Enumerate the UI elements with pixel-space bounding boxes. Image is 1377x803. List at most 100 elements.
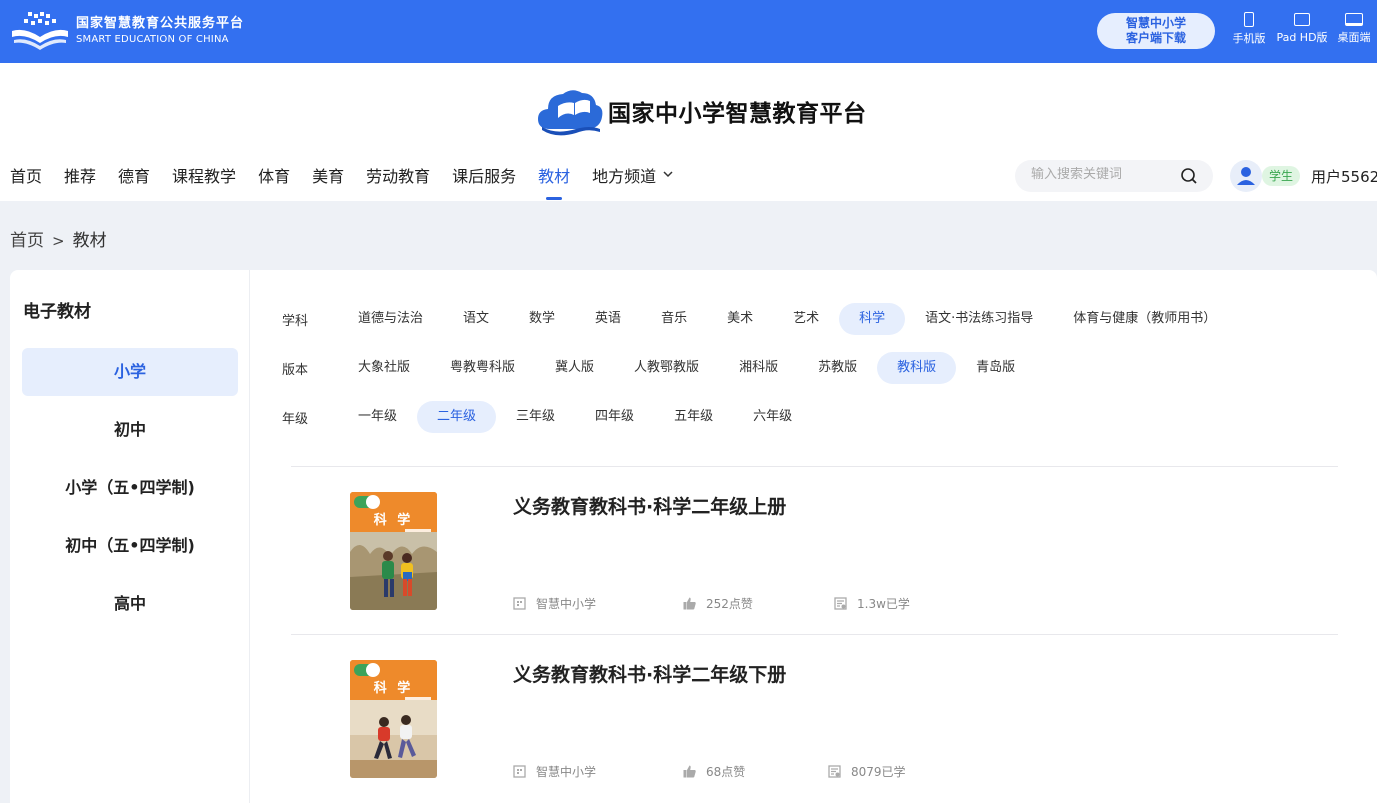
book-likes-label: 68点赞: [706, 765, 746, 779]
device-phone-link[interactable]: 手机版: [1229, 12, 1269, 46]
thumbs-up-icon: [683, 765, 696, 778]
sidebar-item-junior[interactable]: 初中: [22, 406, 238, 454]
book-cover[interactable]: 科 学: [350, 492, 437, 610]
brand-logo[interactable]: 国家智慧教育公共服务平台 SMART EDUCATION OF CHINA: [10, 11, 244, 51]
filter-chip[interactable]: 人教鄂教版: [614, 352, 719, 384]
user-avatar-icon: [1237, 167, 1255, 185]
nav-item-labor[interactable]: 劳动教育: [366, 163, 430, 201]
building-icon: [513, 765, 526, 778]
open-book-logo-icon: [12, 12, 68, 50]
book-likes: 68点赞: [683, 763, 745, 780]
device-tablet-link[interactable]: Pad HD版: [1272, 12, 1332, 45]
site-header: 国家中小学智慧教育平台 首页 推荐 德育 课程教学 体育 美育 劳动教育 课后服…: [0, 63, 1377, 201]
book-learned-label: 1.3w已学: [857, 597, 910, 611]
nav-item-local-channel[interactable]: 地方频道: [592, 163, 674, 201]
download-line1: 智慧中小学: [1125, 16, 1186, 30]
filter-chip[interactable]: 道德与法治: [338, 303, 443, 335]
filter-chip[interactable]: 五年级: [654, 401, 733, 433]
main-content: 学科 道德与法治 语文 数学 英语 音乐 美术 艺术 科学 语文·书法练习指导 …: [250, 270, 1377, 803]
top-bar: 国家智慧教育公共服务平台 SMART EDUCATION OF CHINA 智慧…: [0, 0, 1377, 63]
filter-row-grade: 年级 一年级 二年级 三年级 四年级 五年级 六年级: [270, 401, 812, 433]
device-desktop-label: 桌面端: [1337, 31, 1371, 44]
thumbs-up-icon: [683, 597, 696, 610]
filter-chip[interactable]: 语文·书法练习指导: [905, 303, 1053, 335]
filter-chip-selected[interactable]: 教科版: [877, 352, 957, 384]
sidebar: 电子教材 小学 初中 小学（五•四学制) 初中（五•四学制) 高中: [10, 270, 250, 803]
book-likes-label: 252点赞: [706, 597, 753, 611]
book-source-label: 智慧中小学: [536, 765, 597, 779]
nav-item-arts[interactable]: 美育: [312, 163, 344, 201]
filter-chip[interactable]: 语文: [443, 303, 509, 335]
main-nav: 首页 推荐 德育 课程教学 体育 美育 劳动教育 课后服务 教材 地方频道: [10, 163, 696, 201]
filter-chip[interactable]: 冀人版: [535, 352, 614, 384]
breadcrumb-current: 教材: [72, 231, 107, 251]
nav-item-home[interactable]: 首页: [10, 163, 42, 201]
download-line2: 客户端下载: [1125, 31, 1186, 45]
study-record-icon: [834, 597, 847, 610]
device-phone-label: 手机版: [1232, 32, 1266, 45]
site-title: 国家中小学智慧教育平台: [608, 100, 867, 127]
cover-subject: 科 学: [373, 513, 414, 528]
site-logo[interactable]: 国家中小学智慧教育平台: [536, 85, 867, 137]
desktop-icon: [1345, 13, 1363, 26]
search-icon[interactable]: [1181, 168, 1197, 184]
filter-chip[interactable]: 苏教版: [798, 352, 877, 384]
sidebar-item-junior-54[interactable]: 初中（五•四学制): [22, 522, 238, 570]
cloud-book-logo-icon: [538, 90, 603, 136]
filter-chip[interactable]: 一年级: [338, 401, 417, 433]
user-role-badge: 学生: [1262, 166, 1301, 186]
filter-chip[interactable]: 美术: [707, 303, 773, 335]
book-list-item[interactable]: 科 学 义务教育教科书·科学二年级上册 智慧中小学 252点赞 1.3w已学: [291, 467, 1338, 635]
avatar[interactable]: [1230, 160, 1262, 192]
book-source-label: 智慧中小学: [536, 597, 597, 611]
breadcrumb: 首页 > 教材: [10, 226, 107, 251]
sidebar-item-primary[interactable]: 小学: [22, 348, 238, 396]
breadcrumb-home[interactable]: 首页: [10, 226, 44, 251]
filter-chip[interactable]: 英语: [575, 303, 641, 335]
book-cover[interactable]: 科 学: [350, 660, 437, 778]
nav-item-textbooks[interactable]: 教材: [538, 163, 570, 201]
nav-item-courses[interactable]: 课程教学: [172, 163, 236, 201]
sidebar-item-primary-54[interactable]: 小学（五•四学制): [22, 464, 238, 512]
filter-chip-selected[interactable]: 二年级: [417, 401, 497, 433]
filter-chip[interactable]: 体育与健康（教师用书）: [1053, 303, 1236, 335]
filter-chip[interactable]: 数学: [509, 303, 575, 335]
filter-chip-selected[interactable]: 科学: [839, 303, 906, 335]
filter-row-edition: 版本 大象社版 粤教粤科版 冀人版 人教鄂教版 湘科版 苏教版 教科版 青岛版: [270, 352, 1035, 384]
cover-photo-children-reeds: [350, 532, 437, 610]
filter-chip[interactable]: 湘科版: [719, 352, 798, 384]
cover-photo-children-running: [350, 700, 437, 778]
username[interactable]: 用户5562: [1311, 166, 1377, 187]
building-icon: [513, 597, 526, 610]
filter-chip[interactable]: 四年级: [575, 401, 654, 433]
device-tablet-label: Pad HD版: [1276, 31, 1328, 44]
book-title[interactable]: 义务教育教科书·科学二年级上册: [513, 492, 786, 519]
filter-label-subject: 学科: [282, 313, 309, 329]
filter-chip[interactable]: 音乐: [641, 303, 707, 335]
nav-item-moral[interactable]: 德育: [118, 163, 150, 201]
tablet-icon: [1294, 13, 1310, 26]
nav-item-sports[interactable]: 体育: [258, 163, 290, 201]
filter-chip[interactable]: 粤教粤科版: [430, 352, 535, 384]
filter-chip[interactable]: 大象社版: [338, 352, 430, 384]
device-desktop-link[interactable]: 桌面端: [1334, 12, 1374, 45]
book-title[interactable]: 义务教育教科书·科学二年级下册: [513, 660, 786, 687]
sidebar-item-senior[interactable]: 高中: [22, 580, 238, 628]
filter-chip[interactable]: 艺术: [773, 303, 839, 335]
client-download-button[interactable]: 智慧中小学 客户端下载: [1097, 13, 1215, 49]
cover-subject: 科 学: [373, 681, 414, 696]
filter-chip[interactable]: 青岛版: [956, 352, 1035, 384]
book-source: 智慧中小学: [513, 763, 596, 780]
filter-label-edition: 版本: [282, 362, 309, 378]
publisher-logo-icon: [366, 663, 380, 677]
filter-row-subject: 学科 道德与法治 语文 数学 英语 音乐 美术 艺术 科学 语文·书法练习指导 …: [270, 303, 1236, 335]
nav-item-afterschool[interactable]: 课后服务: [452, 163, 516, 201]
sidebar-title: 电子教材: [23, 302, 91, 322]
phone-icon: [1244, 12, 1254, 27]
book-list-item[interactable]: 科 学 义务教育教科书·科学二年级下册 智慧中小学 68点赞 8079已学: [291, 635, 1338, 803]
filter-label-grade: 年级: [282, 411, 309, 427]
filter-chip[interactable]: 六年级: [733, 401, 812, 433]
nav-item-recommend[interactable]: 推荐: [64, 163, 96, 201]
search-input[interactable]: [1031, 167, 1171, 182]
filter-chip[interactable]: 三年级: [496, 401, 575, 433]
